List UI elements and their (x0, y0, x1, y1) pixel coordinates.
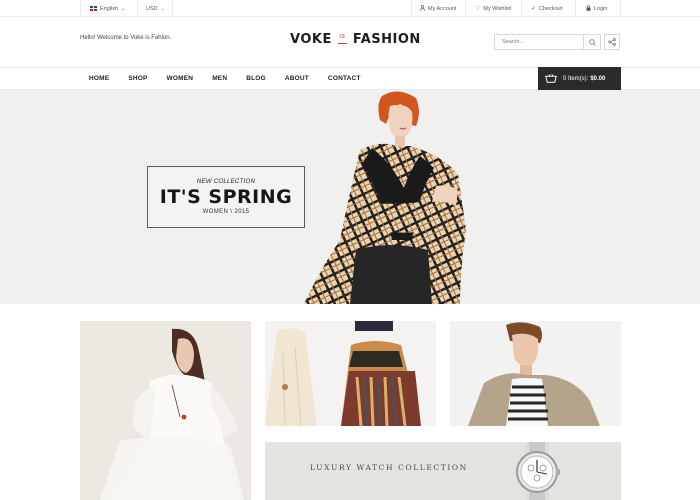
hero-model-image (304, 91, 466, 304)
main-nav: HOME SHOP WOMEN MEN BLOG ABOUT CONTACT (89, 67, 380, 90)
cart-button[interactable]: 0 Item(s): $0.00 (538, 67, 621, 90)
search-input[interactable] (495, 35, 583, 49)
search-box (494, 34, 601, 50)
nav-item-contact[interactable]: CONTACT (328, 75, 361, 82)
uk-flag-icon (90, 6, 97, 11)
divider (575, 0, 576, 17)
checkout-link[interactable]: ✓ Checkout (531, 0, 562, 17)
my-account-label: My Account (428, 5, 457, 12)
divider (521, 0, 522, 17)
my-wishlist-label: My Wishlist (483, 5, 512, 12)
share-icon (608, 38, 616, 46)
hero-caption: WOMEN \ 2015 (202, 209, 250, 215)
divider (80, 0, 81, 17)
divider (465, 0, 466, 17)
watch-collection-label: LUXURY WATCH COLLECTION (310, 463, 468, 472)
nav-item-about[interactable]: ABOUT (285, 75, 309, 82)
lock-icon (586, 4, 591, 13)
man-jacket-image (468, 322, 600, 426)
site-logo[interactable]: VOKE IS FASHION (290, 32, 421, 47)
language-selector[interactable]: English ⌄ (90, 0, 125, 17)
chevron-down-icon: ⌄ (121, 5, 126, 12)
hero-title: IT'S SPRING (159, 186, 293, 208)
nav-item-men[interactable]: MEN (212, 75, 227, 82)
my-wishlist-link[interactable]: ♡ My Wishlist (475, 0, 511, 17)
luxury-watch-tile[interactable]: LUXURY WATCH COLLECTION (265, 442, 621, 500)
divider (620, 0, 621, 17)
top-utility-bar: English ⌄ USD ⌄ My Account ♡ My Wishlist… (0, 0, 700, 17)
hero-subtitle: NEW COLLECTION (196, 179, 256, 185)
woman-white-dress-image (100, 328, 244, 500)
check-icon: ✓ (531, 6, 537, 12)
divider (172, 0, 173, 17)
share-button[interactable] (604, 34, 620, 50)
chevron-down-icon: ⌄ (160, 5, 165, 12)
my-account-link[interactable]: My Account (420, 0, 456, 17)
search-button[interactable] (583, 35, 600, 49)
welcome-message: Hello! Welcome to Voke is Fahion. (80, 35, 172, 41)
language-label: English (100, 5, 119, 12)
currency-selector[interactable]: USD ⌄ (146, 0, 165, 17)
basket-icon (545, 74, 557, 83)
nav-item-blog[interactable]: BLOG (246, 75, 266, 82)
divider (411, 0, 412, 17)
men-collection-tile[interactable] (450, 321, 621, 426)
currency-label: USD (146, 5, 158, 12)
clothing-collection-tile[interactable] (265, 321, 436, 426)
search-icon (588, 38, 596, 46)
login-label: Login (594, 5, 608, 12)
divider (137, 0, 138, 17)
heart-icon: ♡ (475, 6, 481, 12)
logo-word-voke: VOKE (290, 32, 332, 47)
nav-item-home[interactable]: HOME (89, 75, 109, 82)
logo-word-is: IS (338, 35, 347, 44)
nav-item-women[interactable]: WOMEN (167, 75, 194, 82)
checkout-label: Checkout (539, 5, 563, 12)
nav-item-shop[interactable]: SHOP (128, 75, 147, 82)
hero-banner[interactable]: NEW COLLECTION IT'S SPRING WOMEN \ 2015 (0, 90, 700, 304)
hero-caption-box: NEW COLLECTION IT'S SPRING WOMEN \ 2015 (147, 166, 305, 228)
cart-items-label: 0 Item(s): (563, 75, 589, 82)
women-collection-tile[interactable] (80, 321, 251, 500)
cart-total: $0.00 (590, 75, 606, 82)
clothes-on-rack-image (265, 321, 421, 426)
login-link[interactable]: Login (586, 0, 607, 17)
logo-word-fashion: FASHION (352, 32, 421, 47)
user-icon (420, 4, 425, 13)
wristwatch-image (516, 442, 560, 500)
